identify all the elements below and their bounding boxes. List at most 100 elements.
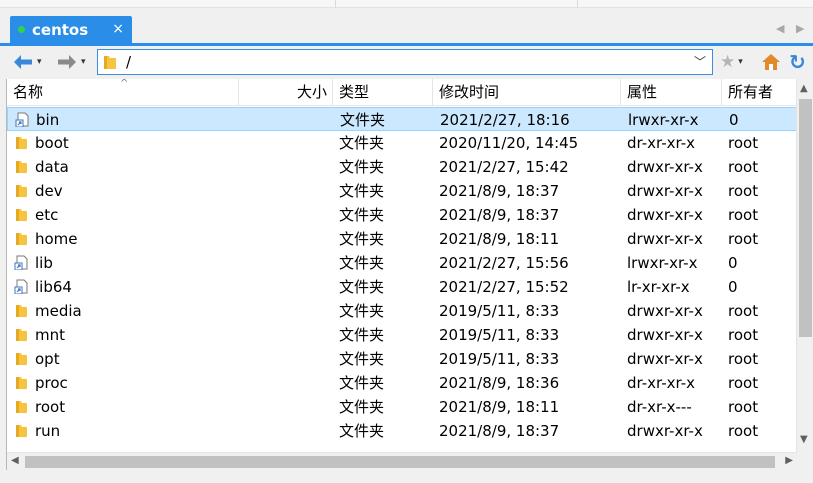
column-header-attributes[interactable]: 属性 bbox=[621, 79, 722, 106]
file-name: etc bbox=[35, 206, 59, 224]
column-header-size[interactable]: 大小 bbox=[239, 79, 333, 106]
file-attributes: dr-xr-xr-x bbox=[627, 134, 696, 152]
file-owner: root bbox=[728, 422, 759, 440]
home-button[interactable] bbox=[761, 50, 781, 74]
file-attributes: lr-xr-xr-x bbox=[627, 278, 690, 296]
column-header-name[interactable]: 名称 ^ bbox=[7, 79, 239, 106]
path-input[interactable]: / ﹀ bbox=[97, 49, 713, 75]
scroll-up-icon[interactable]: ▲ bbox=[800, 83, 808, 94]
file-type: 文件夹 bbox=[339, 254, 385, 272]
file-row[interactable]: etc 文件夹 2021/8/9, 18:37 drwxr-xr-x root bbox=[7, 203, 797, 227]
file-attributes: drwxr-xr-x bbox=[627, 158, 703, 176]
refresh-icon: ↻ bbox=[789, 50, 806, 74]
file-owner: root bbox=[728, 158, 759, 176]
file-modified: 2021/2/27, 15:52 bbox=[439, 278, 569, 296]
file-type: 文件夹 bbox=[339, 158, 385, 176]
scroll-left-icon[interactable]: ◀ bbox=[11, 455, 19, 466]
file-row[interactable]: home 文件夹 2021/8/9, 18:11 drwxr-xr-x root bbox=[7, 227, 797, 251]
folder-icon bbox=[14, 183, 29, 198]
vertical-scrollbar[interactable]: ▲ ▼ bbox=[796, 79, 813, 452]
file-row[interactable]: dev 文件夹 2021/8/9, 18:37 drwxr-xr-x root bbox=[7, 179, 797, 203]
file-type: 文件夹 bbox=[339, 422, 385, 440]
file-row[interactable]: opt 文件夹 2019/5/11, 8:33 drwxr-xr-x root bbox=[7, 347, 797, 371]
file-owner: 0 bbox=[729, 111, 739, 129]
folder-icon bbox=[104, 56, 116, 69]
file-size bbox=[239, 131, 328, 155]
refresh-button[interactable]: ↻ bbox=[789, 50, 806, 74]
file-list: 名称 ^ 大小 类型 修改时间 属性 所有者 bin 文件夹 2021/2/27, … bbox=[6, 79, 813, 470]
file-attributes: dr-xr-x--- bbox=[627, 398, 692, 416]
file-modified: 2021/8/9, 18:37 bbox=[439, 206, 560, 224]
file-size bbox=[239, 395, 328, 419]
file-row[interactable]: proc 文件夹 2021/8/9, 18:36 dr-xr-xr-x root bbox=[7, 371, 797, 395]
file-attributes: dr-xr-xr-x bbox=[627, 374, 696, 392]
file-row[interactable]: lib64 文件夹 2021/2/27, 15:52 lr-xr-xr-x 0 bbox=[7, 275, 797, 299]
file-attributes: drwxr-xr-x bbox=[627, 206, 703, 224]
tab-scroll-left-icon[interactable]: ◀ bbox=[776, 22, 784, 35]
file-name: lib bbox=[35, 254, 53, 272]
file-row[interactable]: bin 文件夹 2021/2/27, 18:16 lrwxr-xr-x 0 bbox=[7, 107, 797, 131]
folder-icon bbox=[14, 423, 29, 438]
scrollbar-corner bbox=[796, 452, 813, 470]
close-icon[interactable]: × bbox=[112, 21, 124, 37]
file-modified: 2019/5/11, 8:33 bbox=[439, 326, 560, 344]
file-name: dev bbox=[35, 182, 63, 200]
file-modified: 2021/2/27, 15:42 bbox=[439, 158, 569, 176]
file-type: 文件夹 bbox=[339, 134, 385, 152]
file-type: 文件夹 bbox=[339, 398, 385, 416]
file-size bbox=[239, 275, 328, 299]
column-header-owner[interactable]: 所有者 bbox=[722, 79, 797, 106]
file-name: media bbox=[35, 302, 82, 320]
file-row[interactable]: boot 文件夹 2020/11/20, 14:45 dr-xr-xr-x root bbox=[7, 131, 797, 155]
column-header-type[interactable]: 类型 bbox=[333, 79, 433, 106]
file-row[interactable]: root 文件夹 2021/8/9, 18:11 dr-xr-x--- root bbox=[7, 395, 797, 419]
file-name: run bbox=[35, 422, 61, 440]
forward-button[interactable]: ▾ bbox=[56, 50, 86, 74]
tab-scroll-right-icon[interactable]: ▶ bbox=[796, 22, 804, 35]
file-owner: root bbox=[728, 398, 759, 416]
link-icon bbox=[14, 279, 29, 295]
horizontal-scrollbar-thumb[interactable] bbox=[25, 456, 775, 468]
tab-centos[interactable]: centos × bbox=[10, 16, 132, 43]
horizontal-scrollbar[interactable]: ◀ ▶ bbox=[7, 452, 797, 470]
file-size bbox=[239, 227, 328, 251]
file-attributes: drwxr-xr-x bbox=[627, 350, 703, 368]
back-arrow-icon bbox=[14, 55, 32, 69]
file-attributes: drwxr-xr-x bbox=[627, 230, 703, 248]
file-modified: 2021/8/9, 18:37 bbox=[439, 422, 560, 440]
file-size bbox=[239, 347, 328, 371]
file-attributes: drwxr-xr-x bbox=[627, 422, 703, 440]
tab-label: centos bbox=[32, 20, 89, 39]
path-dropdown-icon[interactable]: ﹀ bbox=[694, 53, 706, 70]
back-button[interactable]: ▾ bbox=[12, 50, 42, 74]
sort-ascending-icon: ^ bbox=[120, 79, 129, 89]
column-header-modified[interactable]: 修改时间 bbox=[433, 79, 621, 106]
star-icon: ★ bbox=[720, 52, 736, 72]
scroll-right-icon[interactable]: ▶ bbox=[785, 455, 793, 466]
top-strip bbox=[0, 0, 813, 8]
file-modified: 2021/2/27, 15:56 bbox=[439, 254, 569, 272]
vertical-scrollbar-thumb[interactable] bbox=[799, 99, 812, 337]
folder-icon bbox=[14, 399, 29, 414]
file-size bbox=[239, 419, 328, 443]
file-row[interactable]: mnt 文件夹 2019/5/11, 8:33 drwxr-xr-x root bbox=[7, 323, 797, 347]
bookmark-button[interactable]: ★ ▾ bbox=[720, 50, 743, 74]
file-modified: 2019/5/11, 8:33 bbox=[439, 350, 560, 368]
file-row[interactable]: run 文件夹 2021/8/9, 18:37 drwxr-xr-x root bbox=[7, 419, 797, 443]
file-row[interactable]: data 文件夹 2021/2/27, 15:42 drwxr-xr-x root bbox=[7, 155, 797, 179]
file-row[interactable]: media 文件夹 2019/5/11, 8:33 drwxr-xr-x root bbox=[7, 299, 797, 323]
file-size bbox=[239, 179, 328, 203]
file-modified: 2020/11/20, 14:45 bbox=[439, 134, 579, 152]
file-owner: root bbox=[728, 134, 759, 152]
scroll-down-icon[interactable]: ▼ bbox=[800, 434, 808, 445]
folder-icon bbox=[14, 135, 29, 150]
file-owner: root bbox=[728, 182, 759, 200]
file-modified: 2019/5/11, 8:33 bbox=[439, 302, 560, 320]
file-row[interactable]: lib 文件夹 2021/2/27, 15:56 lrwxr-xr-x 0 bbox=[7, 251, 797, 275]
file-type: 文件夹 bbox=[339, 374, 385, 392]
file-size bbox=[239, 323, 328, 347]
file-list-header: 名称 ^ 大小 类型 修改时间 属性 所有者 bbox=[7, 79, 797, 106]
status-strip bbox=[0, 470, 813, 483]
file-type: 文件夹 bbox=[340, 111, 386, 129]
file-name: data bbox=[35, 158, 69, 176]
